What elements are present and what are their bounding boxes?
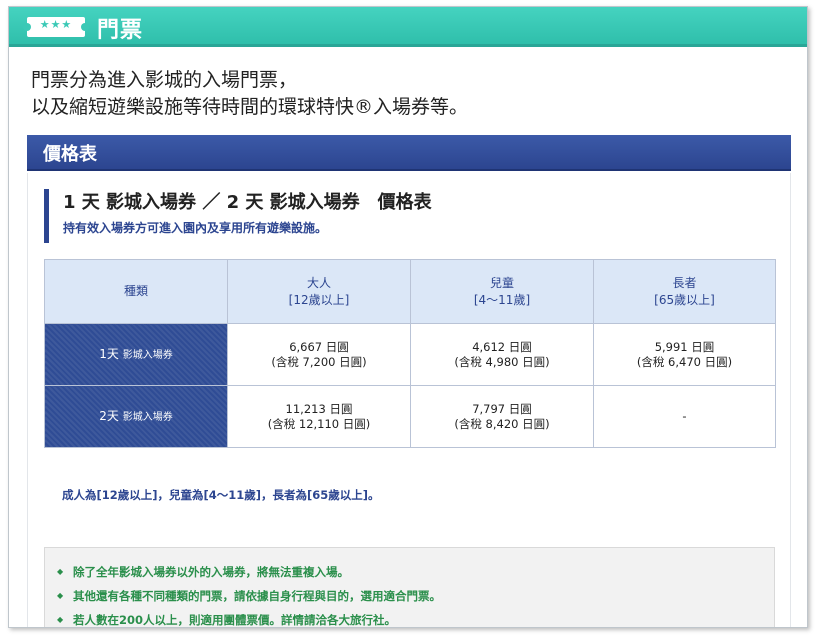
browser-frame: ★★★ 門票 門票分為進入影城的入場門票， 以及縮短遊樂設施等待時間的環球特快®…: [8, 6, 808, 628]
price-with-tax: (含稅 7,200 日圓): [271, 354, 367, 369]
table-header-row: 種類 大人 [12歲以上] 兒童 [4～11歲] 長者 [65歲以上]: [44, 259, 776, 324]
price-cell-adult: 11,213 日圓 (含稅 12,110 日圓): [227, 385, 411, 448]
diamond-bullet-icon: ◆: [57, 567, 64, 576]
row-label-days: 1天: [99, 346, 119, 361]
row-label-2day: 2天 影城入場券: [44, 385, 228, 448]
header-child-age: [4～11歲]: [473, 292, 531, 307]
diamond-bullet-icon: ◆: [57, 615, 64, 624]
row-label-days: 2天: [99, 408, 119, 423]
price-cell-adult: 6,667 日圓 (含稅 7,200 日圓): [227, 323, 411, 386]
header-type: 種類: [44, 259, 228, 324]
list-item: ◆ 其他還有各種不同種類的門票，請依據自身行程與目的，選用適合門票。: [57, 584, 774, 608]
row-label-ticket: 影城入場券: [122, 349, 173, 361]
header-adult: 大人 [12歲以上]: [227, 259, 411, 324]
price-cell-child: 7,797 日圓 (含稅 8,420 日圓): [410, 385, 594, 448]
row-label-1day: 1天 影城入場券: [44, 323, 228, 386]
header-type-name: 種類: [123, 284, 148, 298]
price: 5,991 日圓: [654, 339, 715, 354]
list-item: ◆ 若人數在200人以上，則適用團體票價。詳情請洽各大旅行社。: [57, 608, 774, 627]
notes-box: ◆ 除了全年影城入場券以外的入場券，將無法重複入場。 ◆ 其他還有各種不同種類的…: [44, 547, 775, 627]
price-table: 種類 大人 [12歲以上] 兒童 [4～11歲] 長者 [65歲以上] 1天 影…: [44, 259, 776, 448]
header-child: 兒童 [4～11歲]: [410, 259, 594, 324]
price-with-tax: (含稅 4,980 日圓): [454, 354, 550, 369]
ticket-icon: ★★★: [23, 17, 89, 37]
price: 11,213 日圓: [285, 401, 353, 416]
intro-line-1: 門票分為進入影城的入場門票，: [31, 69, 298, 91]
page-title: 門票: [97, 18, 144, 43]
header-senior-name: 長者: [672, 275, 697, 290]
page-header: ★★★ 門票: [9, 7, 807, 47]
note-text: 其他還有各種不同種類的門票，請依據自身行程與目的，選用適合門票。: [73, 589, 441, 603]
intro-text: 門票分為進入影城的入場門票， 以及縮短遊樂設施等待時間的環球特快®入場券等。: [31, 67, 791, 121]
subsection-header: 1 天 影城入場券 ／ 2 天 影城入場券 價格表 持有效入場券方可進入園內及享…: [44, 189, 744, 243]
table-row: 1天 影城入場券 6,667 日圓 (含稅 7,200 日圓) 4,612 日圓…: [44, 323, 776, 386]
price-with-tax: (含稅 8,420 日圓): [454, 416, 550, 431]
diamond-bullet-icon: ◆: [57, 591, 64, 600]
age-definition-note: 成人為[12歲以上]，兒童為[4～11歲]，長者為[65歲以上]。: [62, 488, 380, 502]
header-adult-age: [12歲以上]: [288, 292, 350, 307]
table-row: 2天 影城入場券 11,213 日圓 (含稅 12,110 日圓) 7,797 …: [44, 385, 776, 448]
price: 6,667 日圓: [289, 339, 349, 354]
ticket-stars: ★★★: [39, 18, 73, 31]
header-child-name: 兒童: [489, 275, 514, 290]
note-text: 若人數在200人以上，則適用團體票價。詳情請洽各大旅行社。: [73, 613, 397, 627]
header-senior-age: [65歲以上]: [654, 292, 715, 307]
price: 4,612 日圓: [472, 339, 532, 354]
subsection-note: 持有效入場券方可進入園內及享用所有遊樂設施。: [63, 221, 328, 235]
header-adult-name: 大人: [306, 275, 331, 290]
price-with-tax: (含稅 12,110 日圓): [267, 416, 371, 431]
intro-line-2: 以及縮短遊樂設施等待時間的環球特快®入場券等。: [31, 96, 469, 118]
price-content: 1 天 影城入場券 ／ 2 天 影城入場券 價格表 持有效入場券方可進入園內及享…: [27, 173, 791, 627]
section-title: 價格表: [43, 144, 97, 165]
list-item: ◆ 除了全年影城入場券以外的入場券，將無法重複入場。: [57, 560, 774, 584]
price-with-tax: (含稅 6,470 日圓): [636, 354, 733, 369]
row-label-ticket: 影城入場券: [122, 411, 173, 423]
price: 7,797 日圓: [472, 401, 532, 416]
section-header-price-table: 價格表: [27, 135, 791, 171]
price-cell-child: 4,612 日圓 (含稅 4,980 日圓): [410, 323, 594, 386]
note-text: 除了全年影城入場券以外的入場券，將無法重複入場。: [73, 565, 349, 579]
price: -: [682, 409, 687, 423]
subsection-title: 1 天 影城入場券 ／ 2 天 影城入場券 價格表: [63, 192, 432, 213]
price-cell-senior: -: [593, 385, 776, 448]
header-senior: 長者 [65歲以上]: [593, 259, 776, 324]
price-cell-senior: 5,991 日圓 (含稅 6,470 日圓): [593, 323, 776, 386]
